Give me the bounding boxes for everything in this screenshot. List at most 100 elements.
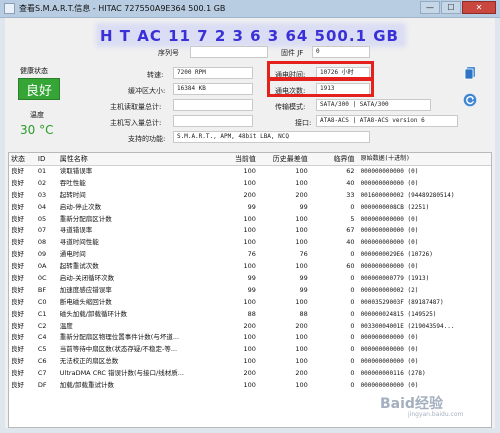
- column-header-raw[interactable]: 原始数据(十进制): [359, 153, 491, 165]
- cell-raw: 000000000000 (0): [360, 334, 419, 342]
- cell-current: 200: [243, 369, 256, 378]
- table-row[interactable]: 良好 BF 加速度感应错误率 99 99 0 000000000002 (2): [9, 285, 491, 297]
- cell-threshold: 0: [350, 297, 355, 306]
- cell-attribute: 通电时间: [59, 250, 86, 259]
- cell-threshold: 0: [350, 333, 355, 342]
- cell-raw: 000000000000 (0): [360, 346, 419, 354]
- host-read-label: 主机读取量总计:: [110, 103, 162, 111]
- host-write-label: 主机写入量总计:: [110, 119, 162, 127]
- cell-id: 07: [37, 226, 47, 235]
- cell-status: 良好: [11, 369, 24, 378]
- table-row[interactable]: 良好 04 启动-停止次数 99 99 0 0000000008CB (2251): [9, 202, 491, 214]
- cell-worst: 100: [295, 333, 308, 342]
- cell-status: 良好: [11, 262, 24, 271]
- cell-attribute: 寻道时间性能: [59, 238, 99, 247]
- table-row[interactable]: 良好 C5 当前等待中扇区数(状态存疑/不稳定-等... 100 100 0 0000000…: [9, 344, 491, 356]
- cell-threshold: 67: [346, 226, 355, 235]
- serial-label: 序列号: [158, 49, 179, 57]
- table-row[interactable]: 良好 C0 断电磁头缩回计数 100 100 0 00003529003F (8918748…: [9, 297, 491, 309]
- cell-threshold: 0: [350, 345, 355, 354]
- cell-raw: 000000000000 (0): [360, 382, 419, 390]
- cell-current: 100: [243, 357, 256, 366]
- cell-attribute: 启动-停止次数: [59, 202, 102, 211]
- close-button[interactable]: ✕: [462, 1, 496, 14]
- cell-worst: 100: [295, 167, 308, 175]
- cell-status: 良好: [11, 285, 24, 294]
- table-row[interactable]: 良好 C2 温度 200 200 0 00330004001E (219043594...: [9, 321, 491, 333]
- cell-worst: 88: [299, 309, 308, 318]
- cell-raw: 0000000008CB (2251): [360, 203, 430, 211]
- firmware-label: 固件 JF: [281, 49, 304, 57]
- features-label: 支持的功能:: [128, 135, 166, 143]
- cell-threshold: 0: [350, 285, 355, 294]
- column-header-status[interactable]: 状态: [9, 153, 36, 165]
- column-header-attribute[interactable]: 属性名称: [58, 153, 212, 165]
- table-row[interactable]: 良好 0C 启动-关闭循环次数 99 99 0 000000000779 (1913): [9, 273, 491, 285]
- cell-current: 200: [243, 321, 256, 330]
- cell-id: C6: [37, 357, 47, 366]
- temperature-label: 温度: [30, 111, 44, 119]
- cell-worst: 100: [295, 238, 308, 247]
- refresh-icon[interactable]: [463, 93, 477, 107]
- table-row[interactable]: 良好 C1 磁头加载/卸载循环计数 88 88 0 000000024815 (149525…: [9, 309, 491, 321]
- cell-id: 08: [37, 238, 47, 247]
- cell-id: C1: [37, 309, 47, 318]
- column-header-threshold[interactable]: 临界值: [312, 153, 359, 165]
- table-row[interactable]: 良好 09 通电时间 76 76 0 0000000029E6 (10726): [9, 249, 491, 261]
- cell-attribute: 加载/卸载重试计数: [59, 381, 114, 390]
- cell-current: 100: [243, 238, 256, 247]
- cell-attribute: 断电磁头缩回计数: [59, 297, 112, 306]
- table-row[interactable]: 良好 C4 重新分配扇区物理位置事件计数(与坏道... 100 100 0 00000000…: [9, 332, 491, 344]
- table-row[interactable]: 良好 01 读取错误率 100 100 62 000000000000 (0): [9, 166, 491, 178]
- cell-threshold: 0: [350, 381, 355, 390]
- cell-attribute: 当前等待中扇区数(状态存疑/不稳定-等...: [59, 345, 178, 354]
- table-row[interactable]: 良好 02 吞吐性能 100 100 40 000000000000 (0): [9, 178, 491, 190]
- table-row[interactable]: 良好 03 起转时间 200 200 33 001600000002 (9448928051…: [9, 190, 491, 202]
- column-header-worst[interactable]: 历史最差值: [260, 153, 312, 165]
- cell-current: 100: [243, 226, 256, 235]
- column-header-id[interactable]: ID: [36, 153, 58, 165]
- cell-current: 100: [243, 178, 256, 187]
- table-row[interactable]: 良好 0A 起转重试次数 100 100 60 000000000000 (0): [9, 261, 491, 273]
- cell-status: 良好: [11, 381, 24, 390]
- cell-status: 良好: [11, 202, 24, 211]
- table-row[interactable]: 良好 07 寻道错误率 100 100 67 000000000000 (0): [9, 225, 491, 237]
- cell-worst: 100: [295, 262, 308, 271]
- cell-id: C0: [37, 297, 47, 306]
- cell-threshold: 40: [346, 238, 355, 247]
- cell-attribute: 加速度感应错误率: [59, 285, 112, 294]
- table-row[interactable]: 良好 05 重新分配扇区计数 100 100 5 000000000000 (0): [9, 214, 491, 226]
- cell-attribute: 起转时间: [59, 190, 86, 199]
- transfer-mode-label: 传输模式:: [275, 103, 306, 111]
- cell-raw: 001600000002 (94489280514): [360, 191, 455, 199]
- cell-raw: 000000024815 (149525): [360, 310, 437, 318]
- cell-current: 100: [243, 167, 256, 175]
- minimize-button[interactable]: —: [420, 1, 440, 14]
- cell-threshold: 0: [350, 274, 355, 283]
- cell-status: 良好: [11, 321, 24, 330]
- table-row[interactable]: 良好 C6 无法校正的扇区总数 100 100 0 000000000000 (0): [9, 356, 491, 368]
- copy-icon[interactable]: [463, 66, 477, 80]
- cell-id: 0C: [37, 274, 47, 283]
- column-header-current[interactable]: 当前值: [212, 153, 260, 165]
- table-row[interactable]: 良好 08 寻道时间性能 100 100 40 000000000000 (0): [9, 237, 491, 249]
- interface-field: ATA8-ACS | ATA8-ACS version 6: [316, 115, 458, 127]
- cell-id: C4: [37, 333, 47, 342]
- app-icon: [4, 3, 15, 14]
- table-row[interactable]: 良好 DF 加载/卸载重试计数 100 100 0 000000000000 (0): [9, 380, 491, 392]
- maximize-button[interactable]: ☐: [441, 1, 461, 14]
- cell-status: 良好: [11, 167, 24, 175]
- cell-threshold: 0: [350, 369, 355, 378]
- cell-current: 88: [247, 309, 256, 318]
- cell-id: DF: [37, 381, 47, 390]
- highlight-power-on-count: [267, 78, 374, 97]
- cell-worst: 100: [295, 357, 308, 366]
- cell-attribute: 寻道错误率: [59, 226, 93, 235]
- serial-field: [190, 46, 268, 58]
- cell-id: 0A: [37, 262, 47, 271]
- cell-worst: 76: [299, 250, 308, 259]
- health-status-badge[interactable]: 良好: [18, 78, 60, 100]
- cell-status: 良好: [11, 238, 24, 247]
- cell-threshold: 60: [346, 262, 355, 271]
- table-row[interactable]: 良好 C7 UltraDMA CRC 错误计数(与接口/线材质... 200 200 0 0…: [9, 368, 491, 380]
